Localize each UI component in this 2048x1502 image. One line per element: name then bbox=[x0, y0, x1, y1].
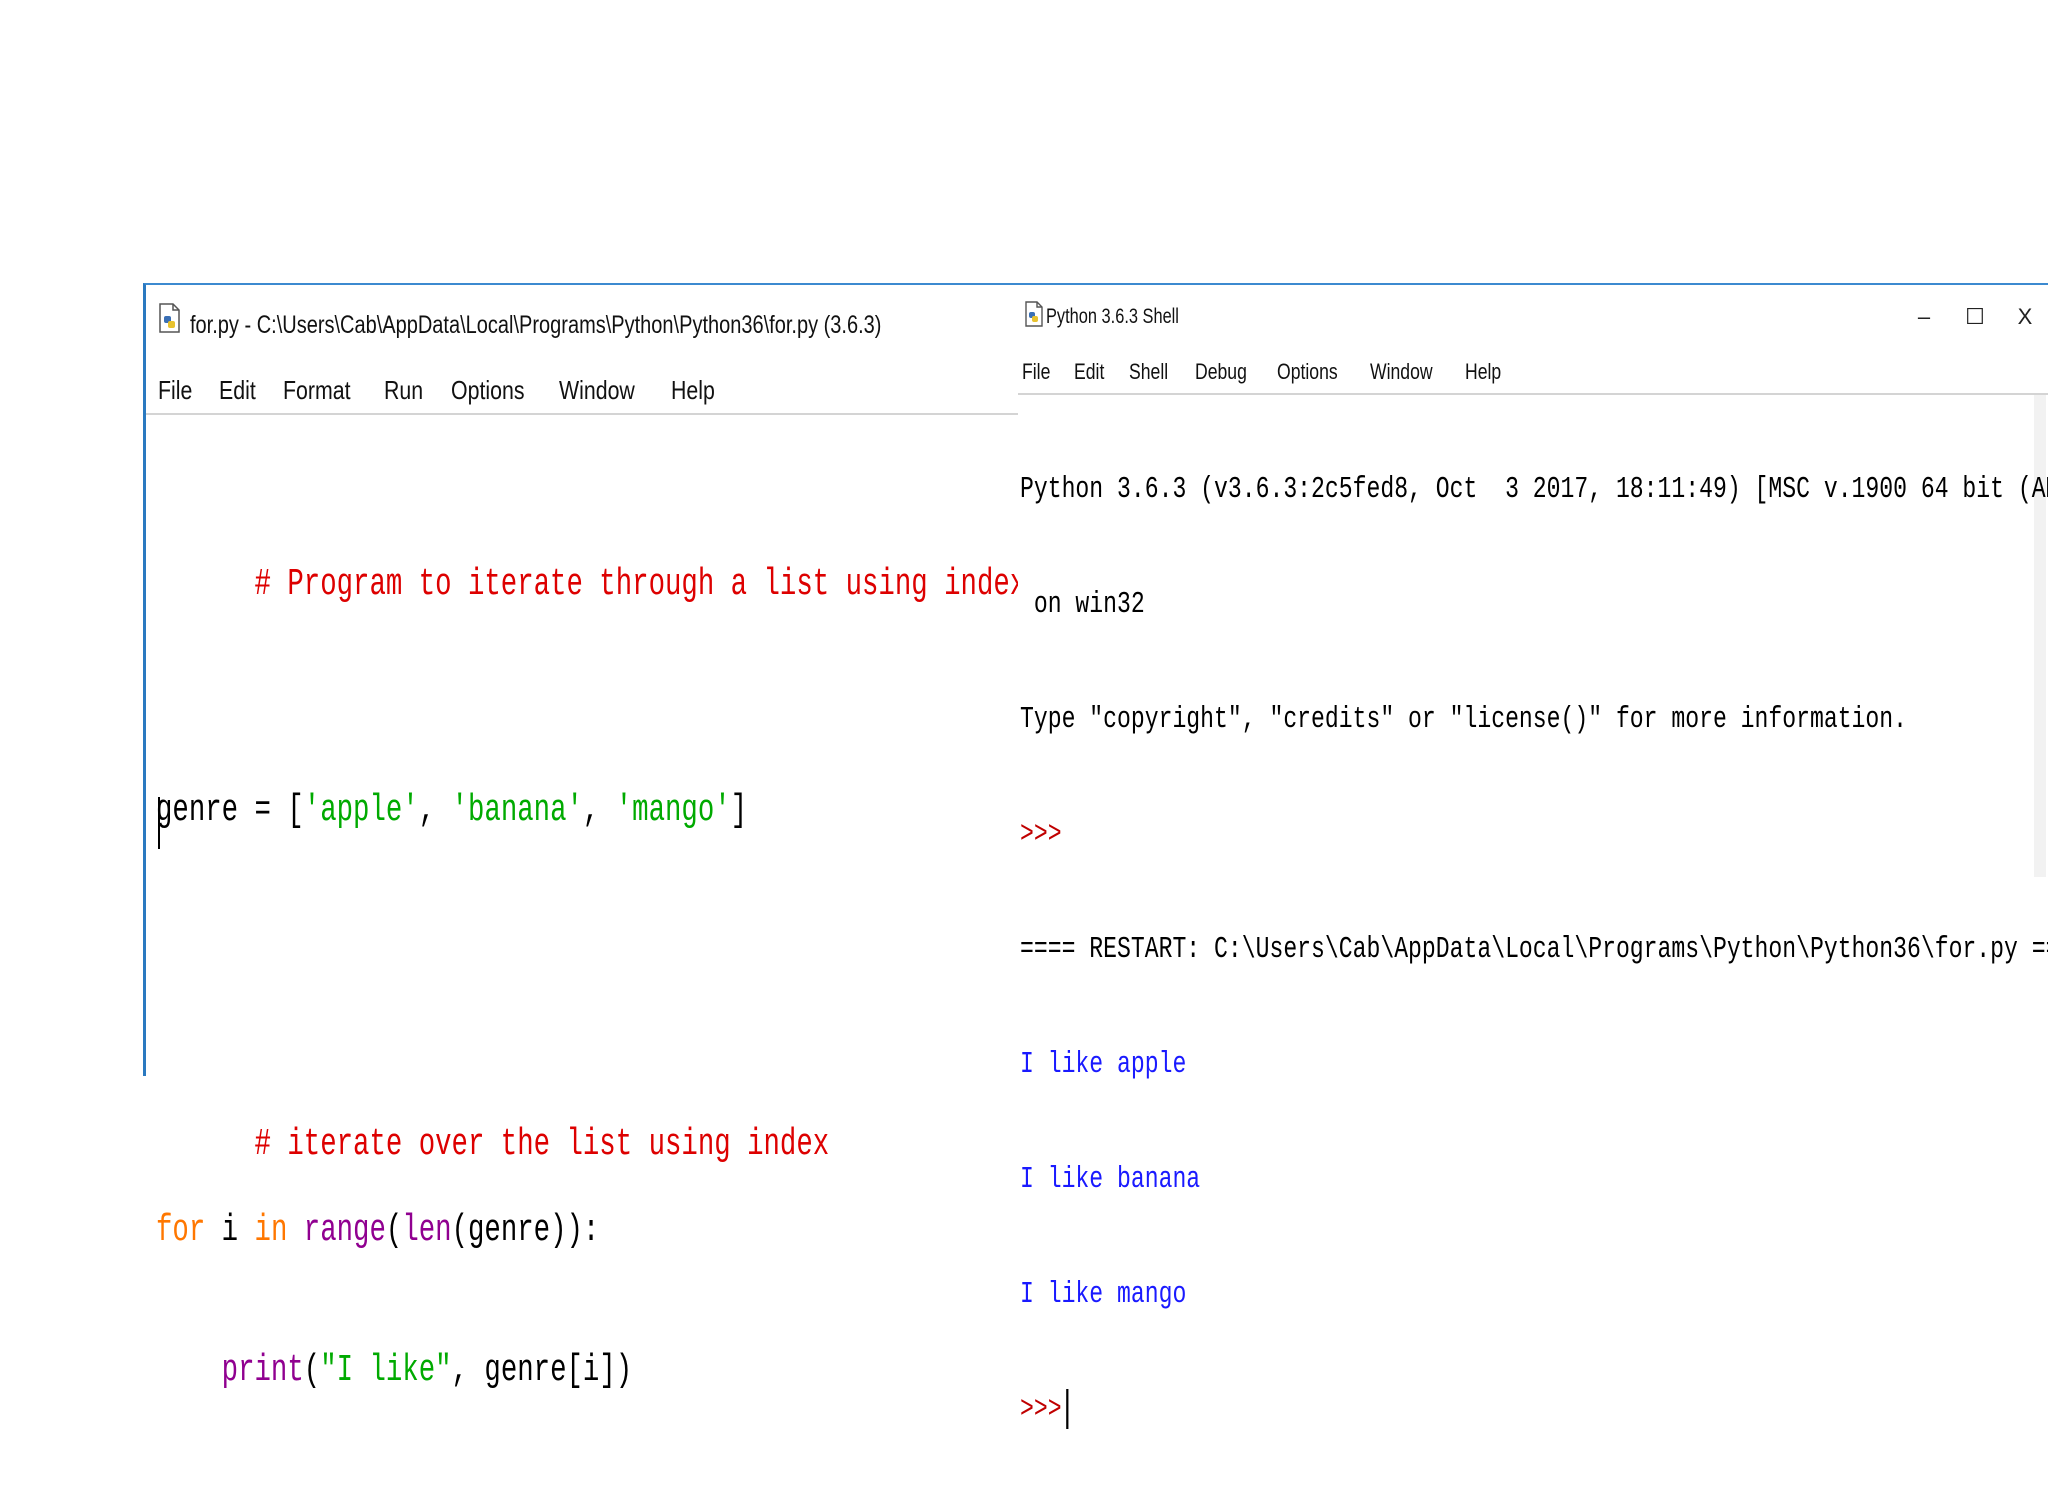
editor-code-area[interactable]: # Program to iterate through a list usin… bbox=[156, 418, 1075, 1484]
code-builtin: print bbox=[221, 1349, 304, 1392]
shell-menu-help[interactable]: Help bbox=[1465, 359, 1501, 385]
shell-restart-line: ==== RESTART: C:\Users\Cab\AppData\Local… bbox=[1020, 932, 2048, 967]
shell-output-line: I like banana bbox=[1020, 1162, 1201, 1197]
code-builtin: range bbox=[303, 1209, 386, 1252]
code-identifier: i bbox=[205, 1209, 255, 1252]
code-comment: # Program to iterate through a list usin… bbox=[254, 563, 1076, 606]
code-string: 'apple' bbox=[303, 789, 419, 832]
editor-menu-window[interactable]: Window bbox=[559, 375, 635, 406]
shell-menu-edit[interactable]: Edit bbox=[1074, 359, 1104, 385]
close-icon: X bbox=[2017, 304, 2033, 329]
editor-menubar: File Edit Format Run Options Window Help bbox=[158, 375, 743, 406]
code-line-5: # iterate over the list using index bbox=[156, 1064, 1075, 1166]
shell-window: Python 3.6.3 Shell – ☐ X File Edit Shell… bbox=[1018, 283, 2048, 1429]
code-line-1: # Program to iterate through a list usin… bbox=[156, 504, 1076, 606]
code-keyword: for bbox=[156, 1209, 206, 1252]
code-identifier: genre bbox=[156, 789, 239, 832]
shell-output-area[interactable]: Python 3.6.3 (v3.6.3:2c5fed8, Oct 3 2017… bbox=[1020, 397, 2048, 1502]
editor-menu-options[interactable]: Options bbox=[451, 375, 524, 406]
editor-menu-format[interactable]: Format bbox=[283, 375, 351, 406]
code-punct: ] bbox=[730, 789, 748, 832]
code-operator: = [ bbox=[238, 789, 304, 832]
code-line-6: for i in range(len(genre)): bbox=[156, 1204, 1075, 1258]
shell-menu-divider bbox=[1018, 393, 2048, 395]
code-builtin: len bbox=[402, 1209, 452, 1252]
shell-menu-window[interactable]: Window bbox=[1370, 359, 1433, 385]
code-punct: , bbox=[582, 789, 616, 832]
shell-menu-file[interactable]: File bbox=[1022, 359, 1050, 385]
code-punct: , bbox=[418, 789, 452, 832]
editor-text-cursor bbox=[158, 797, 160, 849]
shell-menu-shell[interactable]: Shell bbox=[1129, 359, 1168, 385]
close-button[interactable]: X bbox=[2002, 297, 2048, 337]
maximize-button[interactable]: ☐ bbox=[1952, 297, 1998, 337]
code-string: 'banana' bbox=[451, 789, 583, 832]
code-string: "I like" bbox=[320, 1349, 452, 1392]
shell-menubar: File Edit Shell Debug Options Window Hel… bbox=[1022, 359, 1527, 385]
code-string: 'mango' bbox=[615, 789, 731, 832]
shell-output-line: I like mango bbox=[1020, 1277, 1187, 1312]
shell-menu-debug[interactable]: Debug bbox=[1195, 359, 1247, 385]
code-keyword: in bbox=[254, 1209, 288, 1252]
shell-active-prompt[interactable]: >>> bbox=[1020, 1387, 2048, 1432]
code-line-3: genre = ['apple', 'banana', 'mango'] bbox=[156, 784, 1075, 838]
code-comment: # iterate over the list using index bbox=[254, 1123, 830, 1166]
editor-menu-run[interactable]: Run bbox=[384, 375, 423, 406]
shell-title: Python 3.6.3 Shell bbox=[1046, 305, 1179, 328]
shell-text-cursor bbox=[1066, 1388, 1069, 1429]
editor-menu-help[interactable]: Help bbox=[671, 375, 715, 406]
shell-menu-options[interactable]: Options bbox=[1277, 359, 1338, 385]
minimize-icon: – bbox=[1917, 304, 1931, 329]
python-file-icon bbox=[158, 303, 182, 337]
code-punct: ( bbox=[303, 1349, 321, 1392]
maximize-icon: ☐ bbox=[1965, 304, 1985, 329]
shell-banner-version: Python 3.6.3 (v3.6.3:2c5fed8, Oct 3 2017… bbox=[1020, 472, 2048, 507]
shell-banner-platform: on win32 bbox=[1020, 587, 1145, 622]
editor-title: for.py - C:\Users\Cab\AppData\Local\Prog… bbox=[190, 311, 882, 339]
shell-titlebar[interactable]: Python 3.6.3 Shell – ☐ X bbox=[1018, 285, 2048, 343]
editor-menu-divider bbox=[146, 413, 1026, 415]
shell-prompt: >>> bbox=[1020, 817, 1062, 852]
editor-window: for.py - C:\Users\Cab\AppData\Local\Prog… bbox=[143, 283, 1075, 1392]
python-shell-icon bbox=[1024, 301, 1044, 331]
minimize-button[interactable]: – bbox=[1901, 297, 1947, 337]
code-punct: ( bbox=[385, 1209, 403, 1252]
code-line-7: print("I like", genre[i]) bbox=[156, 1344, 1075, 1398]
shell-prompt: >>> bbox=[1020, 1392, 1062, 1427]
code-punct: (genre)): bbox=[451, 1209, 600, 1252]
editor-titlebar[interactable]: for.py - C:\Users\Cab\AppData\Local\Prog… bbox=[146, 285, 1023, 343]
code-punct: , genre[i]) bbox=[451, 1349, 633, 1392]
shell-banner-info: Type "copyright", "credits" or "license(… bbox=[1020, 702, 1907, 737]
editor-menu-file[interactable]: File bbox=[158, 375, 192, 406]
editor-menu-edit[interactable]: Edit bbox=[219, 375, 256, 406]
shell-output-line: I like apple bbox=[1020, 1047, 1187, 1082]
